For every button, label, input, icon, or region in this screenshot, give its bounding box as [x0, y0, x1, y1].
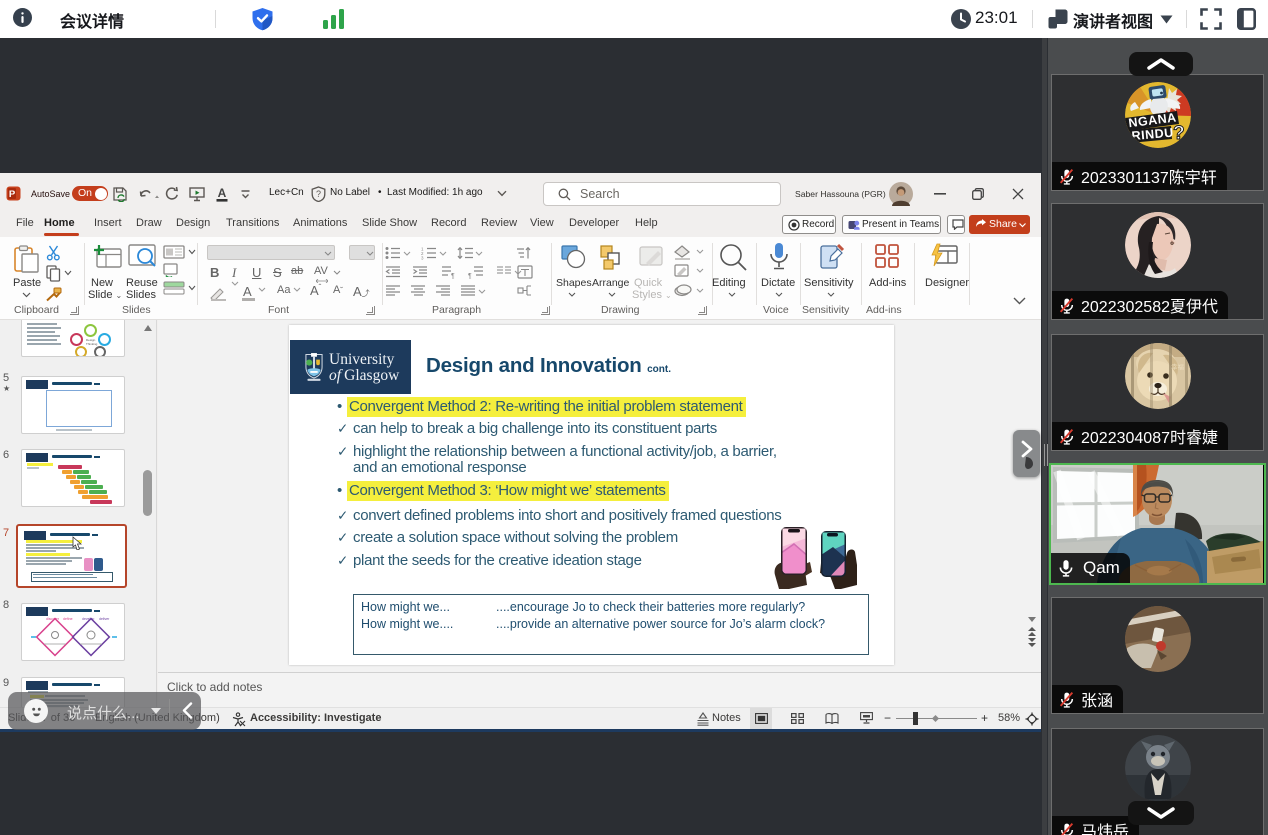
- svg-text:deliver: deliver: [99, 617, 110, 621]
- svg-text:A: A: [218, 186, 227, 200]
- svg-text:develop: develop: [82, 617, 94, 621]
- svg-text:?: ?: [316, 189, 321, 199]
- svg-text:?: ?: [1173, 123, 1185, 144]
- svg-text:discover: discover: [46, 617, 60, 621]
- svg-text:幸福: 幸福: [1171, 362, 1185, 371]
- svg-text:define: define: [63, 617, 73, 621]
- svg-text:P: P: [9, 189, 16, 200]
